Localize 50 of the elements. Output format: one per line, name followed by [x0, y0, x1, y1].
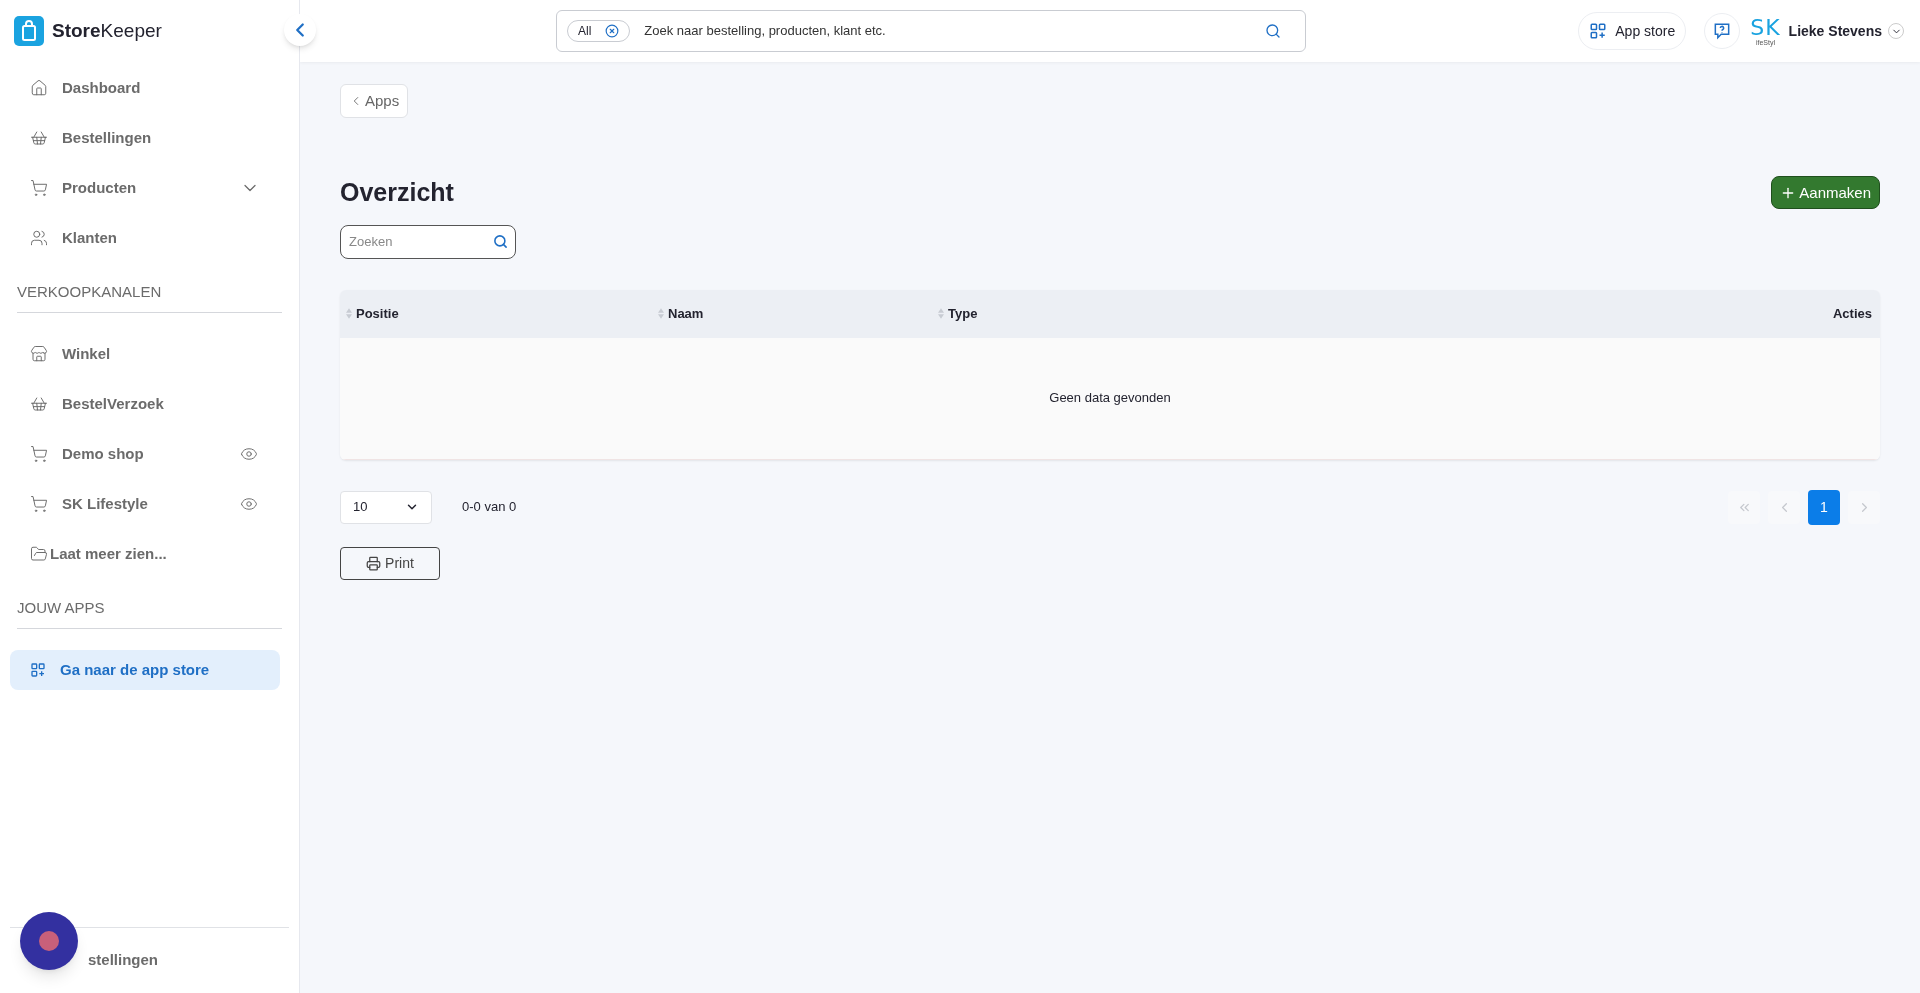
- folder-icon: [30, 545, 48, 563]
- sidebar-item[interactable]: SK Lifestyle: [10, 484, 280, 524]
- page-button[interactable]: 1: [1808, 489, 1840, 525]
- user-name: Lieke Stevens: [1788, 21, 1882, 41]
- brand-name: StoreKeeper: [52, 18, 162, 43]
- back-button[interactable]: Apps: [340, 84, 409, 118]
- section-heading: VERKOOPKANALEN: [17, 283, 162, 300]
- sidebar-item[interactable]: Winkel: [10, 334, 280, 374]
- section-heading: JOUW APPS: [17, 599, 105, 616]
- sidebar-item[interactable]: Dashboard: [10, 68, 280, 108]
- sidebar-item[interactable]: BestelVerzoek: [10, 384, 280, 424]
- printer-icon: [366, 555, 382, 571]
- chat-launcher-button[interactable]: [20, 912, 78, 970]
- show-more-link[interactable]: Laat meer zien...: [10, 534, 280, 574]
- people-icon: [30, 229, 48, 247]
- store-icon: [30, 345, 48, 363]
- basket-icon: [30, 395, 48, 413]
- print-button[interactable]: Print: [340, 546, 440, 580]
- search-icon[interactable]: [1265, 23, 1281, 39]
- page-size-select[interactable]: 10: [340, 490, 432, 524]
- eye-icon[interactable]: [240, 445, 258, 463]
- sidebar-item[interactable]: Klanten: [10, 218, 280, 258]
- apps-grid-icon: [1589, 22, 1608, 40]
- column-header: Acties: [1832, 304, 1872, 323]
- create-button[interactable]: Aanmaken: [1771, 176, 1880, 210]
- apps-grid-icon: [30, 662, 46, 678]
- empty-message: Geen data gevonden: [1049, 389, 1171, 408]
- sidebar-item[interactable]: Demo shop: [10, 434, 280, 474]
- sidebar-item[interactable]: Bestellingen: [10, 118, 280, 158]
- sidebar-item[interactable]: Ga naar de app store: [10, 650, 280, 690]
- sidebar-item[interactable]: Producten: [10, 168, 280, 208]
- search-icon[interactable]: [493, 233, 508, 249]
- collapse-sidebar-button[interactable]: [284, 14, 316, 46]
- column-header[interactable]: Type: [948, 303, 978, 324]
- column-header[interactable]: Naam: [668, 303, 704, 324]
- home-icon: [30, 79, 48, 97]
- cart-icon: [30, 179, 48, 197]
- shopping-bag-logo-icon: [14, 16, 44, 46]
- eye-icon[interactable]: [240, 495, 258, 513]
- sidebar-item[interactable]: stellingen: [88, 949, 158, 972]
- column-header[interactable]: Positie: [356, 303, 399, 324]
- basket-icon: [30, 129, 48, 147]
- range-text: 0-0 van 0: [462, 498, 517, 517]
- cart-icon: [30, 495, 48, 513]
- page-title: Overzicht: [340, 177, 454, 208]
- clear-icon[interactable]: [605, 24, 620, 38]
- global-search-field[interactable]: All Zoek naar bestelling, producten, klant etc.: [556, 10, 1306, 52]
- dot-icon: [39, 931, 59, 951]
- cart-icon: [30, 445, 48, 463]
- search-field[interactable]: Zoeken: [340, 224, 516, 259]
